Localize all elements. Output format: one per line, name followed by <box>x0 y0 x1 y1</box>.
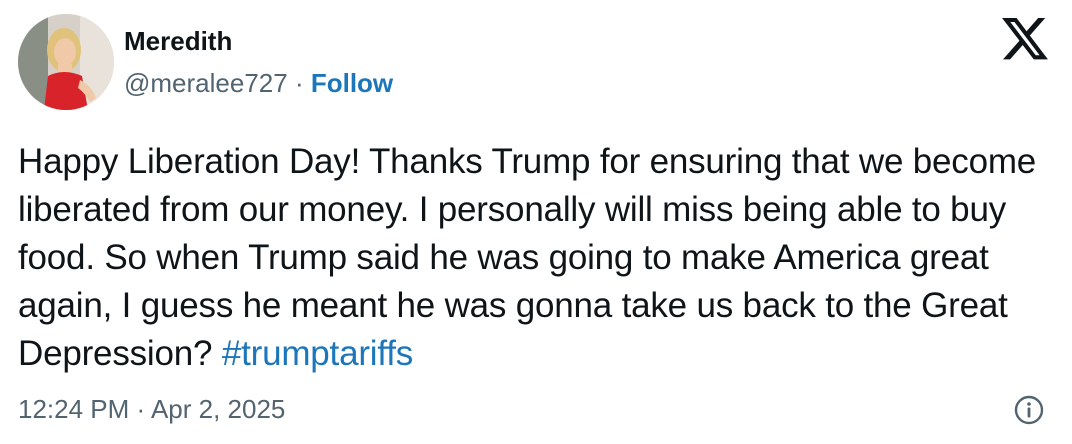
avatar-image <box>18 14 114 110</box>
timestamp[interactable]: 12:24 PM · Apr 2, 2025 <box>18 392 285 426</box>
avatar[interactable] <box>18 14 114 110</box>
tweet-body: Happy Liberation Day! Thanks Trump for e… <box>18 142 1037 373</box>
x-logo-icon[interactable] <box>1002 18 1048 60</box>
tweet-text: Happy Liberation Day! Thanks Trump for e… <box>18 138 1058 378</box>
display-name[interactable]: Meredith <box>124 24 232 58</box>
separator: · <box>287 68 311 98</box>
tweet-card: Meredith @meralee727 · Follow Happy Libe… <box>0 0 1072 444</box>
follow-button[interactable]: Follow <box>311 68 393 98</box>
handle-row: @meralee727 · Follow <box>124 66 393 100</box>
info-icon[interactable] <box>1013 394 1045 426</box>
hashtag-link[interactable]: #trumptariffs <box>222 334 413 373</box>
handle[interactable]: @meralee727 <box>124 68 288 98</box>
